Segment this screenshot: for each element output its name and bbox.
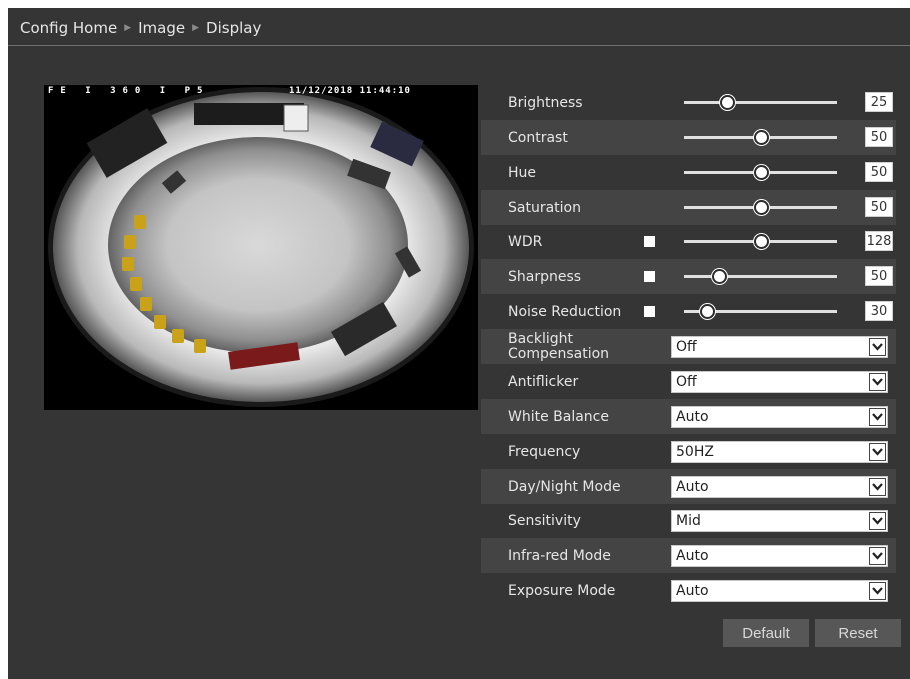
breadcrumb-home[interactable]: Config Home [20, 19, 117, 37]
sharpness-slider-track[interactable] [684, 269, 837, 284]
setting-label: Brightness [508, 94, 583, 111]
default-button[interactable]: Default [723, 619, 809, 647]
saturation-slider-track[interactable] [684, 200, 837, 215]
sensitivity-row: Sensitivity Mid [481, 503, 896, 538]
chevron-down-icon[interactable] [869, 582, 886, 600]
breadcrumb-divider [8, 45, 910, 46]
chevron-down-icon[interactable] [869, 373, 886, 391]
select-value: Auto [676, 479, 709, 495]
setting-label: Contrast [508, 129, 568, 146]
setting-label: Frequency [508, 443, 581, 460]
infra-red-mode-row: Infra-red Mode Auto [481, 538, 896, 573]
setting-label: Hue [508, 164, 537, 181]
wdr-row: WDR 128 [481, 224, 896, 259]
setting-label: Infra-red Mode [508, 547, 611, 564]
wdr-value[interactable]: 128 [865, 231, 893, 251]
reset-button[interactable]: Reset [815, 619, 901, 647]
breadcrumb-separator-icon: ▶ [124, 23, 132, 33]
brightness-value[interactable]: 25 [865, 92, 893, 112]
chevron-down-icon[interactable] [869, 478, 886, 496]
select-value: Off [676, 374, 697, 390]
sensitivity-select[interactable]: Mid [671, 510, 888, 532]
white-balance-row: White Balance Auto [481, 399, 896, 434]
select-value: Mid [676, 513, 701, 529]
antiflicker-row: Antiflicker Off [481, 364, 896, 399]
select-value: Auto [676, 548, 709, 564]
noise-reduction-row: Noise Reduction 30 [481, 294, 896, 329]
breadcrumb-image[interactable]: Image [138, 19, 185, 37]
noise-reduction-value[interactable]: 30 [865, 301, 893, 321]
setting-label: Exposure Mode [508, 582, 616, 599]
video-timestamp-overlay: 11/12/2018 11:44:10 [289, 86, 411, 96]
hue-row: Hue 50 [481, 155, 896, 190]
chevron-down-icon[interactable] [869, 338, 886, 356]
fisheye-video-frame [48, 87, 474, 407]
day-night-mode-row: Day/Night Mode Auto [481, 469, 896, 504]
sharpness-checkbox[interactable] [644, 271, 655, 282]
exposure-mode-row: Exposure Mode Auto [481, 573, 896, 608]
wdr-slider-handle[interactable] [754, 234, 769, 249]
setting-label: Day/Night Mode [508, 478, 621, 495]
brightness-slider-handle[interactable] [720, 95, 735, 110]
sharpness-value[interactable]: 50 [865, 266, 893, 286]
setting-label: Noise Reduction [508, 303, 622, 320]
setting-label-line: Compensation [508, 345, 610, 362]
setting-label: White Balance [508, 408, 609, 425]
select-value: Auto [676, 583, 709, 599]
backlight-compensation-select[interactable]: Off [671, 336, 888, 358]
noise-reduction-slider-handle[interactable] [700, 304, 715, 319]
wdr-checkbox[interactable] [644, 236, 655, 247]
brightness-slider-track[interactable] [684, 95, 837, 110]
video-model-overlay: FE I 360 I P5 [48, 86, 210, 96]
video-preview: FE I 360 I P5 11/12/2018 11:44:10 [44, 85, 478, 410]
setting-label: Sharpness [508, 268, 582, 285]
breadcrumb: Config Home ▶ Image ▶ Display [20, 16, 261, 40]
frequency-select[interactable]: 50HZ [671, 441, 888, 463]
day-night-mode-select[interactable]: Auto [671, 476, 888, 498]
hue-slider-handle[interactable] [754, 165, 769, 180]
contrast-slider-handle[interactable] [754, 130, 769, 145]
setting-label: Saturation [508, 199, 581, 216]
infra-red-mode-select[interactable]: Auto [671, 545, 888, 567]
backlight-compensation-row: Backlight Compensation Off [481, 329, 896, 364]
select-value: Off [676, 339, 697, 355]
chevron-down-icon[interactable] [869, 443, 886, 461]
setting-label: Sensitivity [508, 512, 581, 529]
setting-label: WDR [508, 233, 543, 250]
antiflicker-select[interactable]: Off [671, 371, 888, 393]
sharpness-row: Sharpness 50 [481, 259, 896, 294]
chevron-down-icon[interactable] [869, 408, 886, 426]
saturation-slider-handle[interactable] [754, 200, 769, 215]
breadcrumb-display: Display [206, 19, 262, 37]
hue-value[interactable]: 50 [865, 162, 893, 182]
saturation-value[interactable]: 50 [865, 197, 893, 217]
select-value: Auto [676, 409, 709, 425]
noise-reduction-slider-track[interactable] [684, 304, 837, 319]
select-value: 50HZ [676, 444, 714, 460]
sharpness-slider-handle[interactable] [712, 269, 727, 284]
contrast-value[interactable]: 50 [865, 127, 893, 147]
chevron-down-icon[interactable] [869, 512, 886, 530]
brightness-row: Brightness 25 [481, 85, 896, 120]
white-balance-select[interactable]: Auto [671, 406, 888, 428]
frequency-row: Frequency 50HZ [481, 434, 896, 469]
exposure-mode-select[interactable]: Auto [671, 580, 888, 602]
wdr-slider-track[interactable] [684, 234, 837, 249]
contrast-row: Contrast 50 [481, 120, 896, 155]
breadcrumb-separator-icon: ▶ [192, 23, 200, 33]
saturation-row: Saturation 50 [481, 190, 896, 225]
chevron-down-icon[interactable] [869, 547, 886, 565]
contrast-slider-track[interactable] [684, 130, 837, 145]
setting-label: Backlight Compensation [508, 329, 609, 364]
setting-label: Antiflicker [508, 373, 579, 390]
setting-label-line: Backlight [508, 330, 574, 347]
hue-slider-track[interactable] [684, 165, 837, 180]
noise-reduction-checkbox[interactable] [644, 306, 655, 317]
